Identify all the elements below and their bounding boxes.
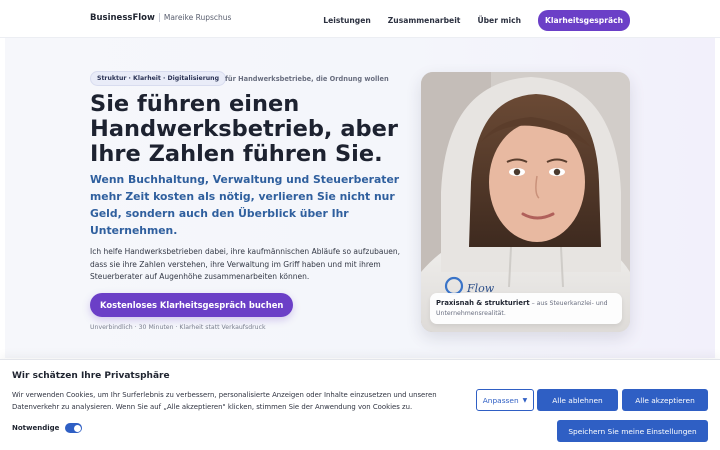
nav-link-ueber-mich[interactable]: Über mich xyxy=(477,16,521,25)
top-navbar: BusinessFlow Mareike Rupschus Leistungen … xyxy=(0,0,720,38)
nav-links: Leistungen Zusammenarbeit Über mich Klar… xyxy=(323,10,630,31)
necessary-cookies-toggle[interactable] xyxy=(65,423,82,433)
cookie-title: Wir schätzen Ihre Privatsphäre xyxy=(12,371,170,381)
toggle-knob xyxy=(73,424,81,432)
brand-logo[interactable]: BusinessFlow Mareike Rupschus xyxy=(90,13,232,23)
accept-all-button[interactable]: Alle akzeptieren xyxy=(622,389,708,411)
hero-body-text: Ich helfe Handwerksbetrieben dabei, ihre… xyxy=(90,247,400,281)
reject-all-button[interactable]: Alle ablehnen xyxy=(537,389,618,411)
cookie-consent-banner: Wir schätzen Ihre Privatsphäre Wir verwe… xyxy=(0,359,720,450)
necessary-cookies-label: Notwendige xyxy=(12,424,60,432)
nav-link-zusammenarbeit[interactable]: Zusammenarbeit xyxy=(388,16,461,25)
chevron-down-icon: ▼ xyxy=(522,396,528,404)
save-preferences-button[interactable]: Speichern Sie meine Einstellungen xyxy=(557,420,708,442)
brand-name: BusinessFlow xyxy=(90,13,155,23)
cookie-description: Wir verwenden Cookies, um Ihr Surferlebn… xyxy=(12,391,437,411)
nav-link-leistungen[interactable]: Leistungen xyxy=(323,16,371,25)
photo-caption: Praxisnah & strukturiert – aus Steuerkan… xyxy=(430,293,622,324)
cta-note: Unverbindlich · 30 Minuten · Klarheit st… xyxy=(90,324,266,331)
nav-cta-button[interactable]: Klarheitsgespräch xyxy=(538,10,630,31)
hero-headline: Sie führen einen Handwerksbetrieb, aber … xyxy=(90,91,398,167)
photo-caption-strong: Praxisnah & strukturiert xyxy=(436,299,530,307)
book-call-button[interactable]: Kostenloses Klarheitsgespräch buchen xyxy=(90,293,294,317)
hero-subheadline: Wenn Buchhaltung, Verwaltung und Steuerb… xyxy=(90,173,400,237)
hero-tag-pill: Struktur · Klarheit · Digitalisierung xyxy=(90,71,227,86)
hero-tag-note: für Handwerksbetriebe, die Ordnung wolle… xyxy=(225,75,389,83)
brand-subtitle: Mareike Rupschus xyxy=(158,13,232,22)
customize-button[interactable]: Anpassen ▼ xyxy=(476,389,534,411)
customize-label: Anpassen xyxy=(482,395,519,405)
